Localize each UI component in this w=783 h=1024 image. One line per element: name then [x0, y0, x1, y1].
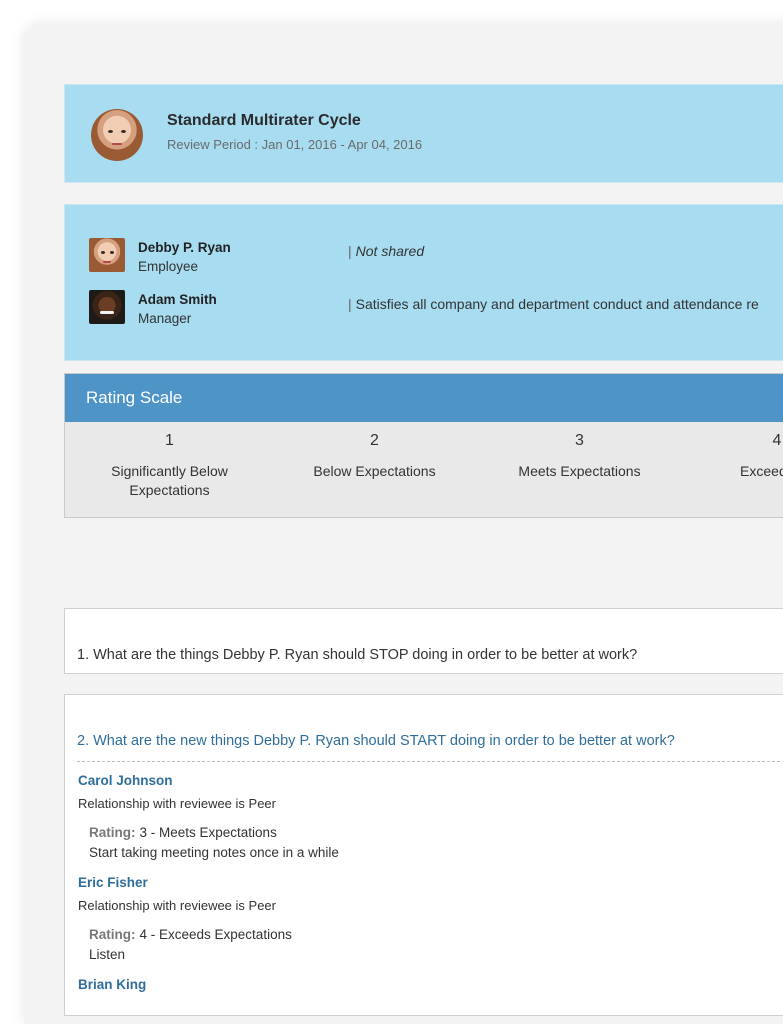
answer-text: Listen — [89, 947, 126, 962]
question-2[interactable]: 2. What are the new things Debby P. Ryan… — [64, 694, 783, 1016]
reviewer-relationship: Relationship with reviewee is Peer — [78, 796, 276, 811]
question-text: 2. What are the new things Debby P. Ryan… — [77, 733, 675, 749]
rating-line: Rating: 3 - Meets Expectations — [89, 825, 277, 840]
participants-panel: Debby P. Ryan Employee | Not shared Adam … — [64, 204, 783, 361]
reviewer-relationship: Relationship with reviewee is Peer — [78, 898, 276, 913]
participant-comment: | Satisfies all company and department co… — [348, 296, 759, 312]
participant-name: Debby P. Ryan — [138, 240, 231, 255]
debby-avatar — [89, 238, 125, 272]
rating-line: Rating: 4 - Exceeds Expectations — [89, 927, 292, 942]
cycle-title: Standard Multirater Cycle — [167, 112, 361, 129]
review-header: Standard Multirater Cycle Review Period … — [64, 84, 783, 183]
participant-comment: | Not shared — [348, 243, 425, 259]
participant-name: Adam Smith — [138, 292, 217, 307]
employee-avatar — [91, 109, 143, 161]
participant-role: Manager — [138, 311, 192, 326]
divider — [77, 761, 783, 762]
reviewer-name[interactable]: Brian King — [78, 977, 146, 992]
rating-scale-item: 2 Below Expectations — [313, 432, 436, 479]
rating-scale-item: 1 Significantly Below Expectations — [111, 432, 228, 498]
rating-scale-item: 3 Meets Expectations — [518, 432, 641, 479]
review-period: Review Period : Jan 01, 2016 - Apr 04, 2… — [167, 137, 423, 152]
participant-role: Employee — [138, 259, 199, 274]
rating-scale-item: 4 Exceeds Ex — [740, 432, 783, 479]
rating-scale: Rating Scale 1 Significantly Below Expec… — [64, 373, 783, 518]
question-text: 1. What are the things Debby P. Ryan sho… — [77, 647, 638, 663]
answer-text: Start taking meeting notes once in a whi… — [89, 845, 339, 860]
adam-avatar — [89, 290, 125, 324]
question-1[interactable]: 1. What are the things Debby P. Ryan sho… — [64, 608, 783, 674]
rating-scale-title: Rating Scale — [65, 374, 783, 422]
reviewer-name[interactable]: Eric Fisher — [78, 875, 148, 890]
reviewer-name[interactable]: Carol Johnson — [78, 773, 173, 788]
